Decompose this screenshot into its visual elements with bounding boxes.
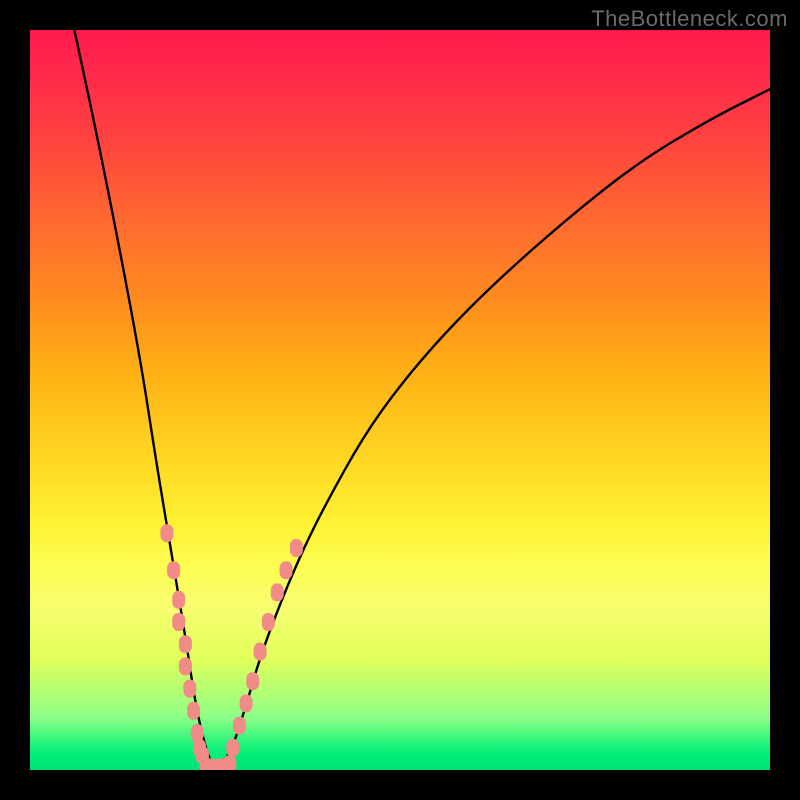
sample-dot [223, 755, 236, 770]
bottleneck-curve [74, 30, 770, 766]
sample-dot [254, 643, 267, 661]
sample-dot [240, 694, 253, 712]
watermark-text: TheBottleneck.com [591, 6, 788, 32]
sample-dot [160, 524, 173, 542]
plot-area [30, 30, 770, 770]
chart-container: TheBottleneck.com [0, 0, 800, 800]
sample-dot [179, 657, 192, 675]
sample-dot [179, 635, 192, 653]
sample-dot [167, 561, 180, 579]
sample-dot [271, 583, 284, 601]
sample-dot [172, 613, 185, 631]
scatter-layer [160, 524, 303, 770]
curve-layer [74, 30, 770, 766]
sample-dot [172, 591, 185, 609]
sample-dot [280, 561, 293, 579]
sample-dot [290, 539, 303, 557]
sample-dot [233, 717, 246, 735]
sample-dot [226, 739, 239, 757]
sample-dot [246, 672, 259, 690]
sample-dot [187, 702, 200, 720]
chart-svg [30, 30, 770, 770]
sample-dot [262, 613, 275, 631]
sample-dot [183, 680, 196, 698]
